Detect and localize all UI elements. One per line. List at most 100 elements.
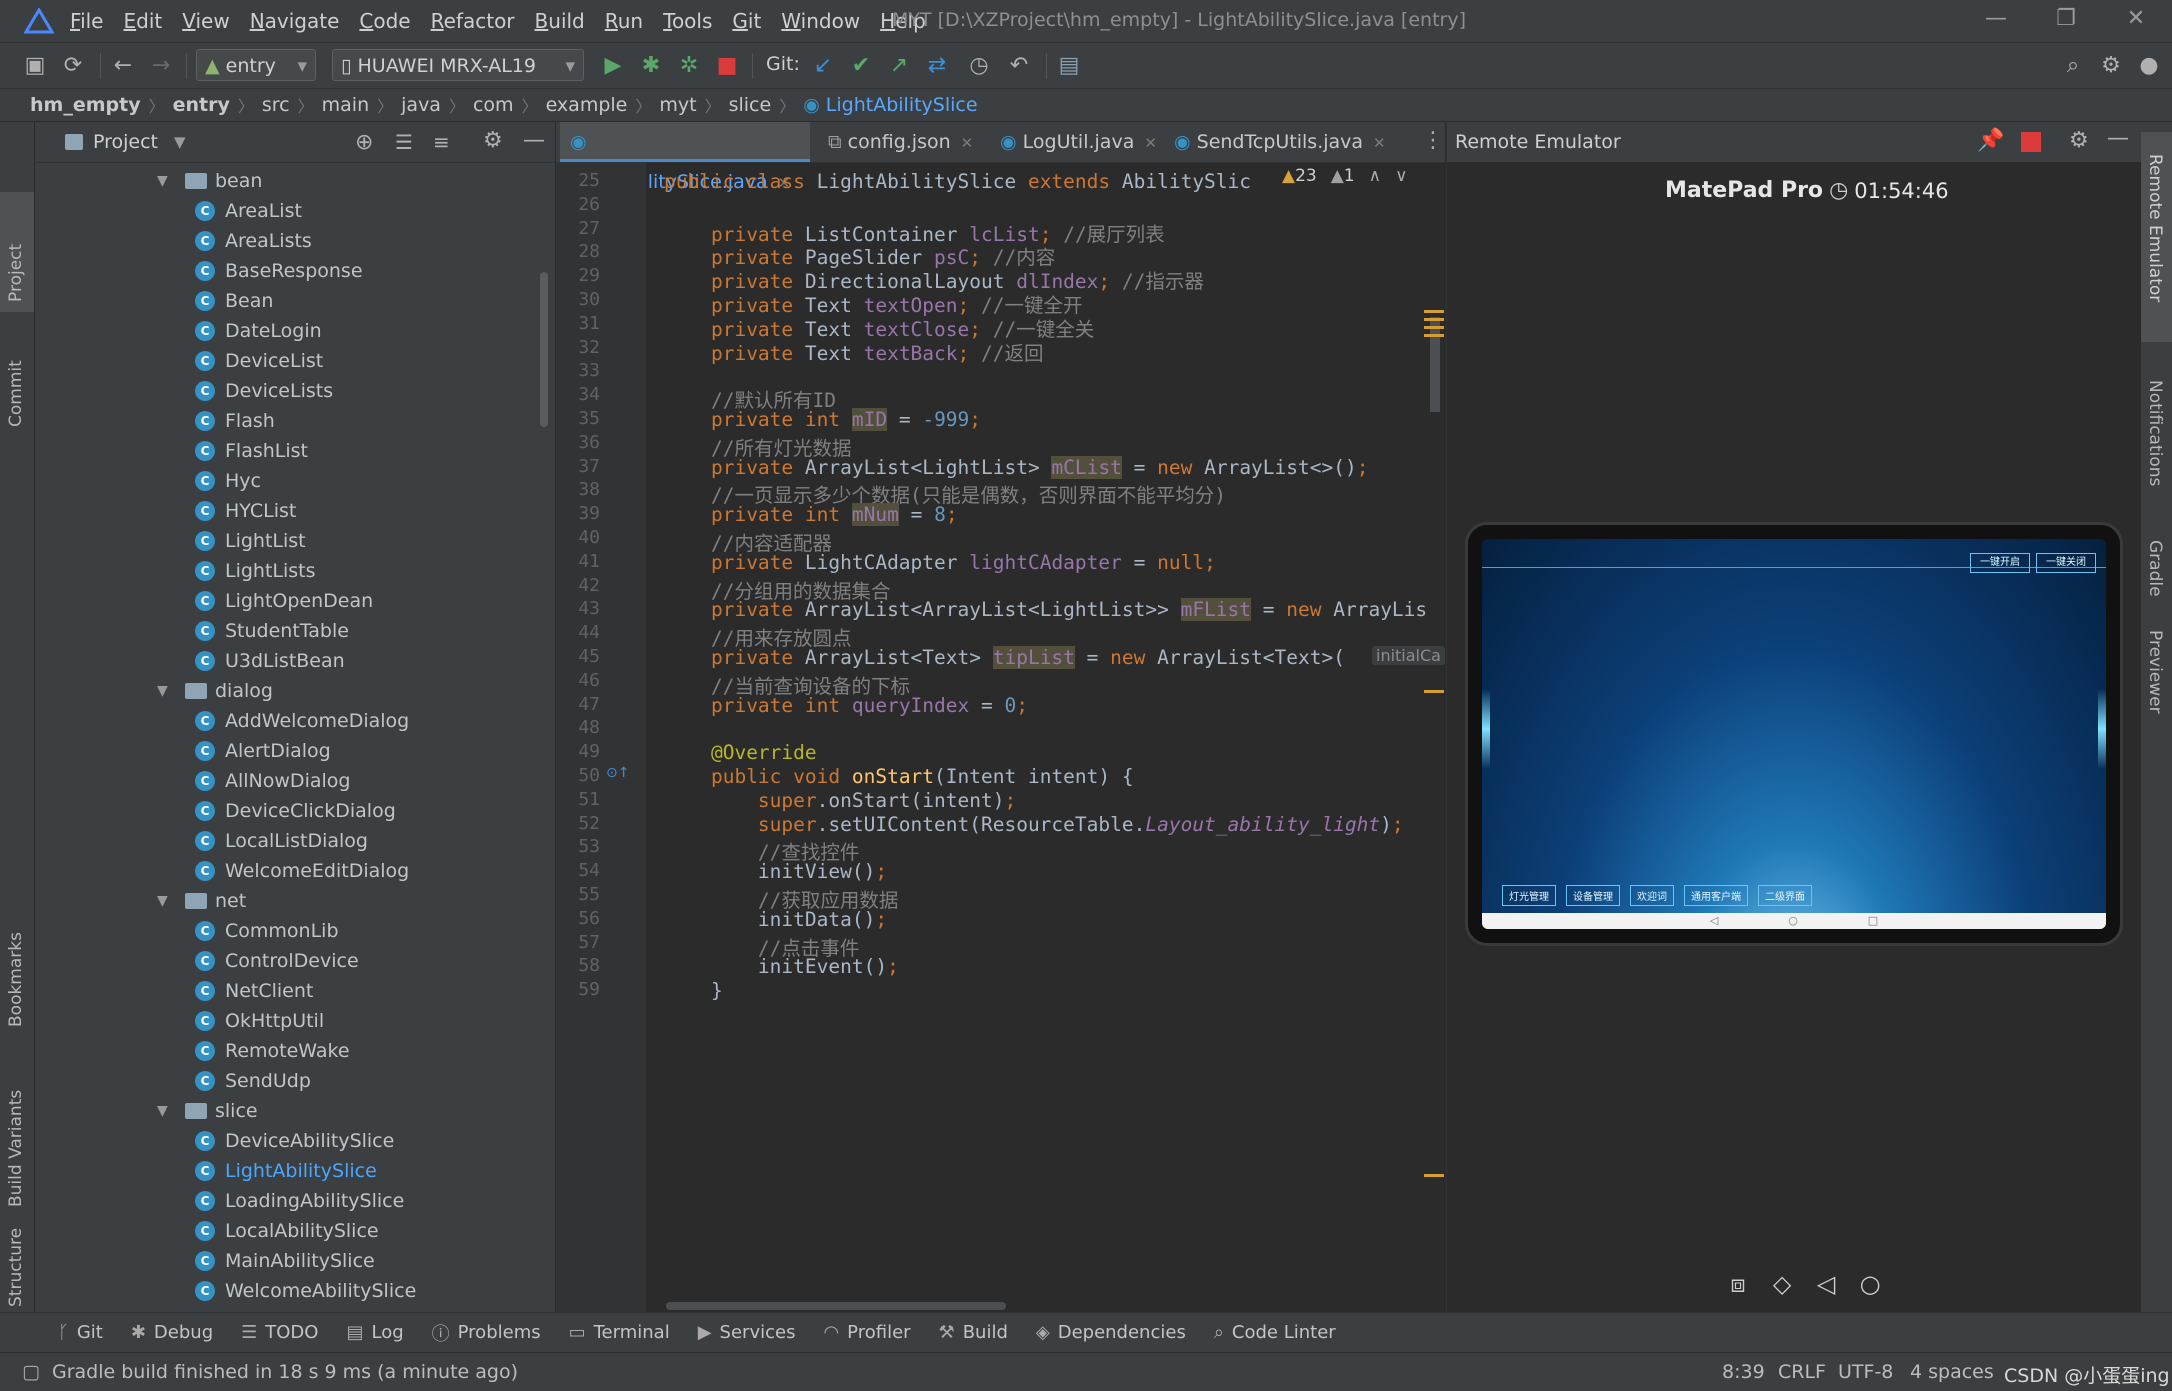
tree-class-item[interactable]: C HYCList (35, 496, 555, 526)
tree-class-item[interactable]: C LocalListDialog (35, 826, 555, 856)
tree-class-item[interactable]: C LightList (35, 526, 555, 556)
search-icon[interactable]: ⌕ (2058, 51, 2088, 81)
chevron-down-icon[interactable]: ▼ (157, 893, 175, 909)
collapse-all-icon[interactable]: ≡ (433, 130, 450, 154)
close-icon[interactable]: ✕ (1144, 134, 1157, 152)
menu-item-git[interactable]: Git (732, 9, 761, 33)
tab-logutil[interactable]: ◉ LogUtil.java ✕ (990, 122, 1160, 162)
rotate-icon[interactable]: ◇ (1763, 1270, 1801, 1298)
menu-item-file[interactable]: File (70, 9, 103, 33)
tree-class-item[interactable]: C LoadingAbilitySlice (35, 1186, 555, 1216)
pin-icon[interactable]: 📌 (1977, 128, 2004, 153)
account-icon[interactable]: ● (2134, 51, 2164, 81)
device-screen[interactable]: 一键开启 一键关闭 灯光管理 设备管理 欢迎词 通用客户端 二级界面 ◁ ○ □ (1482, 539, 2106, 929)
tree-class-item[interactable]: C AreaList (35, 196, 555, 226)
tree-class-item[interactable]: C DeviceLists (35, 376, 555, 406)
tree-class-item[interactable]: C U3dListBean (35, 646, 555, 676)
close-icon[interactable]: ✕ (961, 134, 974, 152)
device-select[interactable]: ▯ HUAWEI MRX-AL19 ▾ (332, 49, 584, 81)
tab-lightabilityslice[interactable]: ◉ LightAbilitySlice.java ✕ (560, 122, 810, 193)
more-tabs-icon[interactable]: ⋮ (1422, 128, 1444, 153)
tree-class-item[interactable]: C LocalAbilitySlice (35, 1216, 555, 1246)
tool-window-dependencies[interactable]: ◈ Dependencies (1036, 1322, 1186, 1343)
tool-window-build[interactable]: ⚒ Build (939, 1322, 1008, 1343)
breadcrumb-item[interactable]: myt (659, 94, 696, 116)
breadcrumb-item[interactable]: slice (729, 94, 772, 116)
tool-window-profiler[interactable]: ◠ Profiler (823, 1322, 910, 1343)
locate-icon[interactable]: ⊕ (355, 130, 373, 155)
tree-folder[interactable]: ▼ slice (35, 1096, 555, 1126)
run-icon[interactable]: ▶ (598, 51, 628, 81)
status-message[interactable]: Gradle build finished in 18 s 9 ms (a mi… (52, 1361, 518, 1383)
screen-tab[interactable]: 二级界面 (1758, 885, 1812, 906)
tree-class-item[interactable]: C Bean (35, 286, 555, 316)
tab-commit[interactable]: Commit (0, 322, 34, 432)
tree-class-item[interactable]: C AllNowDialog (35, 766, 555, 796)
tree-class-item[interactable]: C LightLists (35, 556, 555, 586)
breadcrumb-item[interactable]: java (401, 94, 441, 116)
indent-setting[interactable]: 4 spaces (1910, 1361, 1994, 1383)
menu-item-view[interactable]: View (182, 9, 229, 33)
next-highlight-icon[interactable]: ∨ (1395, 166, 1407, 186)
expand-all-icon[interactable]: ☰ (395, 130, 413, 154)
device-manager-icon[interactable]: ▤ (1054, 51, 1084, 81)
menu-item-window[interactable]: Window (781, 9, 860, 33)
chevron-down-icon[interactable]: ▼ (157, 173, 175, 189)
tool-window-services[interactable]: ▶ Services (698, 1322, 796, 1343)
tab-notifications[interactable]: Notifications (2141, 362, 2172, 522)
file-encoding[interactable]: UTF-8 (1838, 1361, 1893, 1383)
tree-class-item[interactable]: C DeviceAbilitySlice (35, 1126, 555, 1156)
save-icon[interactable]: ▣ (20, 51, 50, 81)
hide-panel-icon[interactable]: — (523, 128, 545, 153)
breadcrumb-item[interactable]: LightAbilitySlice (826, 94, 978, 116)
menu-item-edit[interactable]: Edit (123, 9, 162, 33)
git-compare-icon[interactable]: ⇄ (922, 51, 952, 81)
tree-class-item[interactable]: C LightAbilitySlice (35, 1156, 555, 1186)
tree-folder[interactable]: ▼ bean (35, 166, 555, 196)
chevron-down-icon[interactable]: ▼ (157, 1103, 175, 1119)
breadcrumb-item[interactable]: hm_empty (30, 94, 141, 116)
tab-project[interactable]: Project (0, 192, 34, 312)
tool-window-problems[interactable]: ⓘ Problems (432, 1320, 541, 1346)
chevron-down-icon[interactable]: ▼ (174, 133, 186, 151)
tool-window-log[interactable]: ▤ Log (346, 1322, 403, 1343)
tool-window-git[interactable]: ᚴ Git (58, 1322, 103, 1343)
breadcrumb-item[interactable]: com (473, 94, 514, 116)
minimize-button[interactable]: — (1976, 6, 2016, 36)
tree-class-item[interactable]: C DateLogin (35, 316, 555, 346)
tab-remote-emulator[interactable]: Remote Emulator (2141, 132, 2172, 342)
tree-class-item[interactable]: C ControlDevice (35, 946, 555, 976)
attach-debugger-icon[interactable]: ✲ (674, 51, 704, 81)
code-area[interactable]: public class LightAbilitySlice extends A… (556, 162, 1445, 1312)
tab-sendtcputils[interactable]: ◉ SendTcpUtils.java ✕ (1164, 122, 1394, 162)
git-commit-icon[interactable]: ✔ (846, 51, 876, 81)
tree-folder[interactable]: ▼ dialog (35, 676, 555, 706)
editor-scrollbar[interactable] (1430, 317, 1440, 412)
tab-gradle[interactable]: Gradle (2141, 522, 2172, 622)
inspection-widget[interactable]: ▲ 23 ▲ 1 ∧ ∨ (1276, 166, 1414, 186)
tree-class-item[interactable]: C StudentTable (35, 616, 555, 646)
breadcrumb-item[interactable]: src (262, 94, 290, 116)
menu-item-tools[interactable]: Tools (663, 9, 712, 33)
screenshot-icon[interactable]: ⧈ (1719, 1270, 1757, 1298)
menu-item-build[interactable]: Build (535, 9, 585, 33)
gear-icon[interactable]: ⚙ (2069, 128, 2089, 153)
tree-class-item[interactable]: C DeviceList (35, 346, 555, 376)
stop-emulator-icon[interactable] (2021, 132, 2041, 152)
tree-class-item[interactable]: C Flash (35, 406, 555, 436)
status-toggle-icon[interactable]: ▢ (22, 1361, 40, 1383)
tree-class-item[interactable]: C Hyc (35, 466, 555, 496)
rollback-icon[interactable]: ↶ (1004, 51, 1034, 81)
screen-tab[interactable]: 欢迎词 (1630, 885, 1674, 906)
tree-class-item[interactable]: C AreaLists (35, 226, 555, 256)
tree-class-item[interactable]: C CommonLib (35, 916, 555, 946)
git-push-icon[interactable]: ↗ (884, 51, 914, 81)
tree-class-item[interactable]: C WelcomeEditDialog (35, 856, 555, 886)
close-window-button[interactable]: ✕ (2116, 6, 2156, 36)
tree-class-item[interactable]: C RemoteWake (35, 1036, 555, 1066)
breadcrumb-item[interactable]: main (322, 94, 369, 116)
tab-bookmarks[interactable]: Bookmarks (0, 892, 34, 1032)
breadcrumb-item[interactable]: example (546, 94, 628, 116)
tool-window-terminal[interactable]: ▭ Terminal (569, 1322, 670, 1343)
back-icon[interactable]: ◁ (1807, 1270, 1845, 1298)
